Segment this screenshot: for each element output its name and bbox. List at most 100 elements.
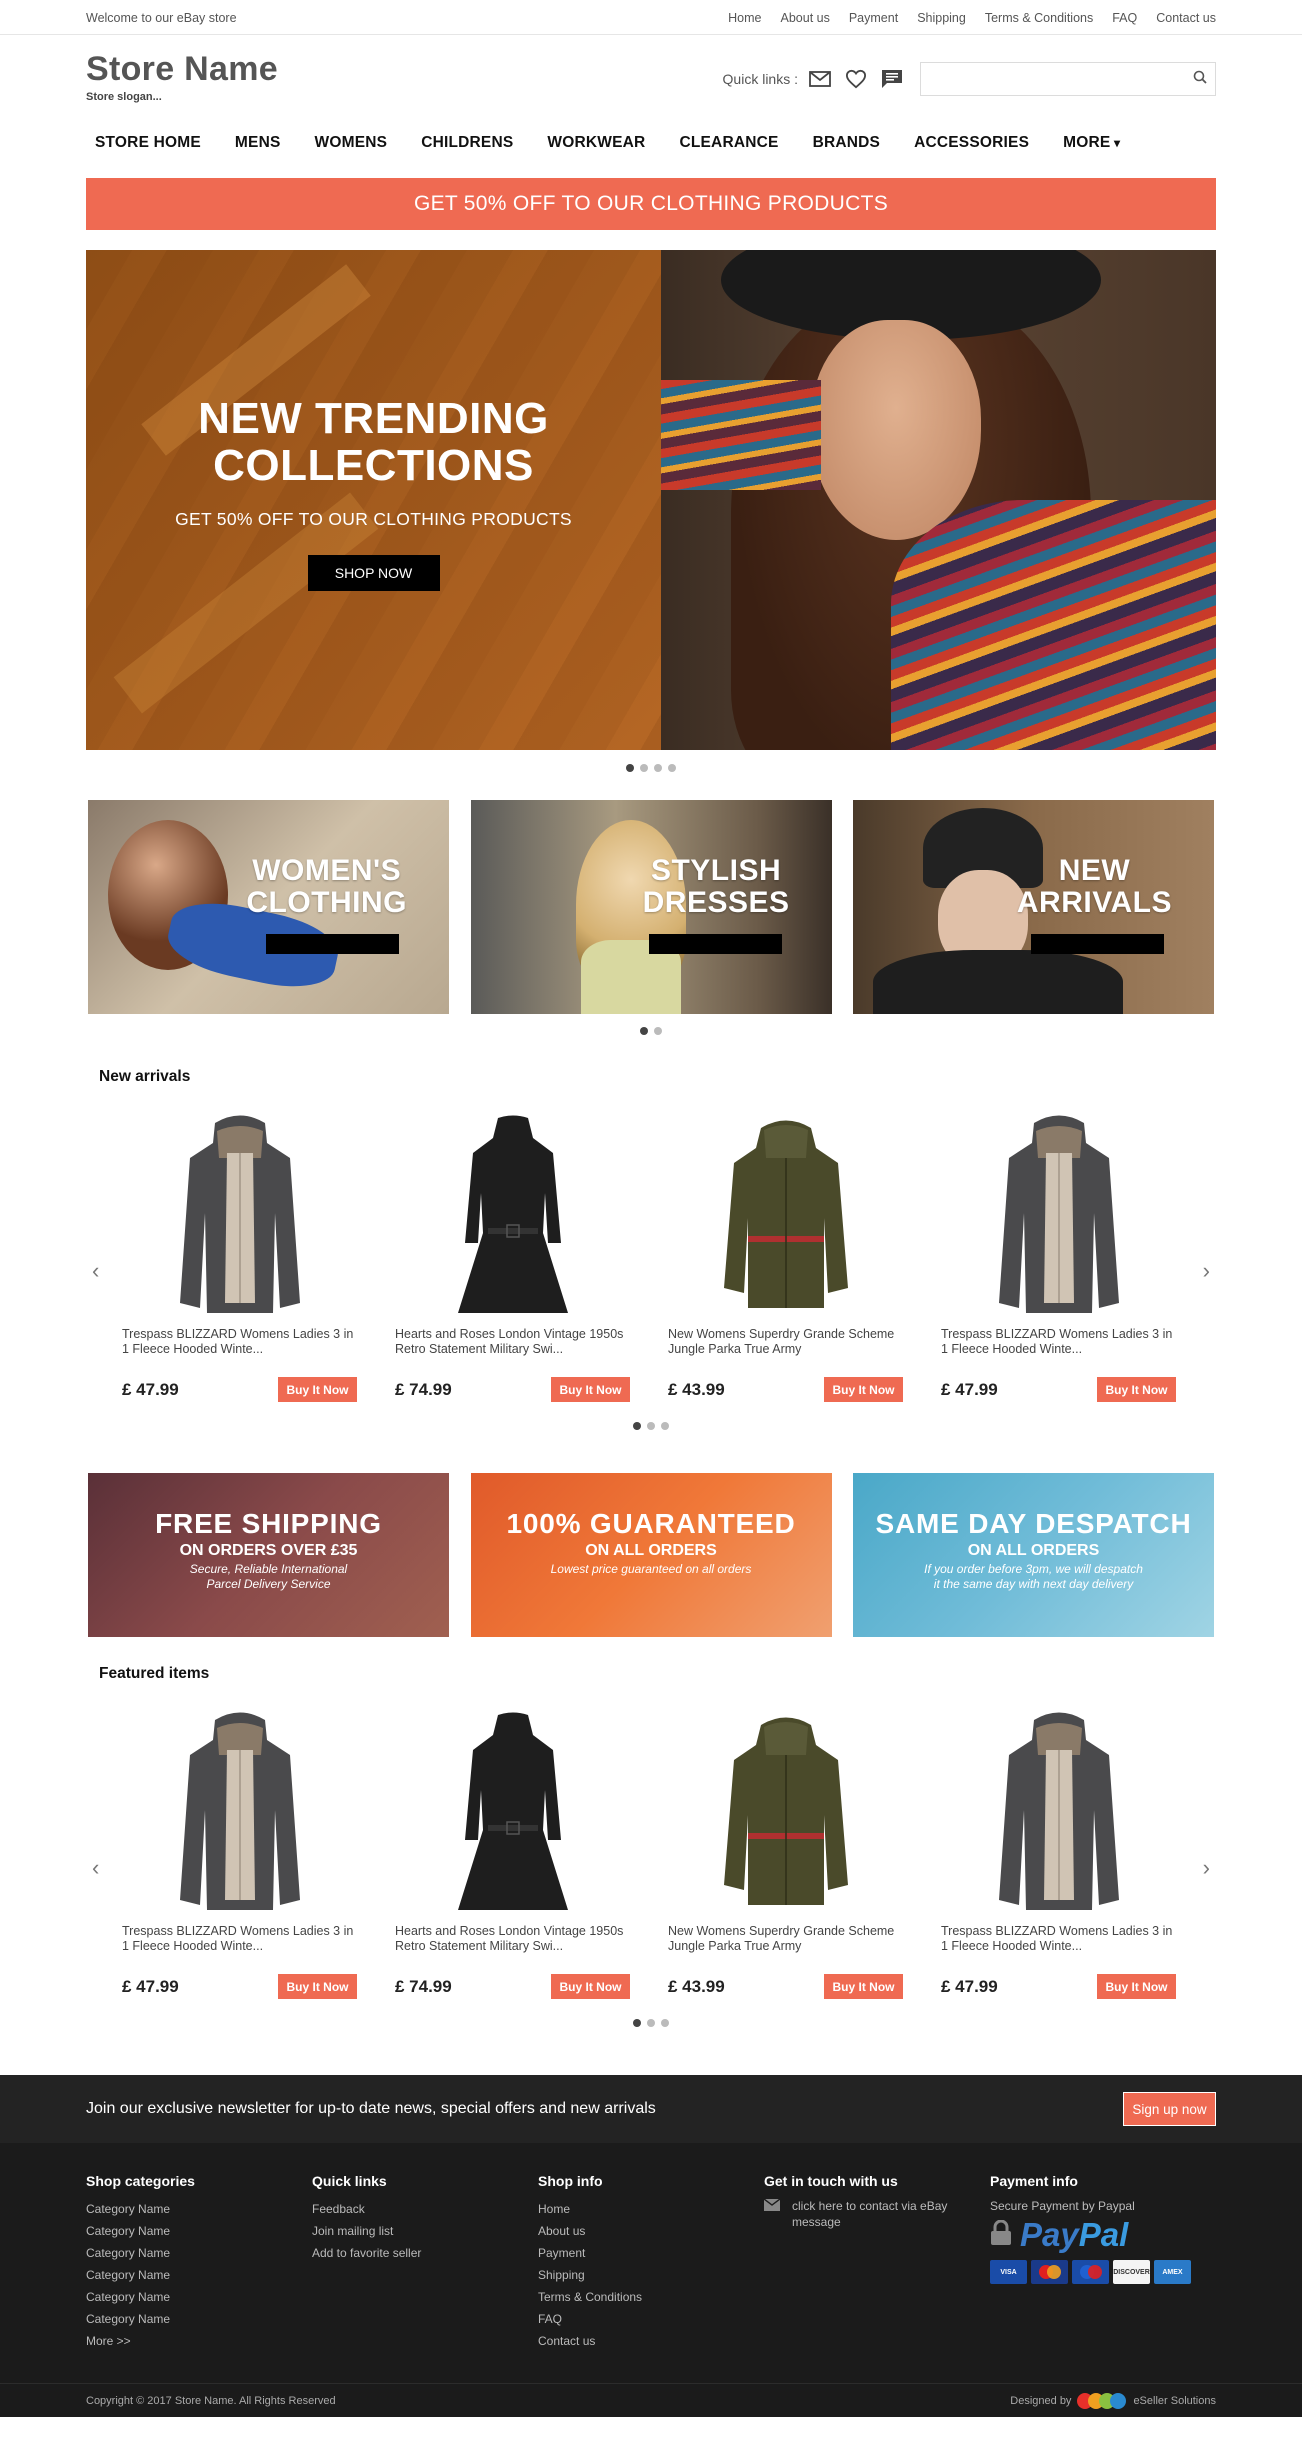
top-link-contact[interactable]: Contact us [1156, 11, 1216, 25]
top-link-home[interactable]: Home [728, 11, 761, 25]
buy-it-now-button[interactable]: Buy It Now [1097, 1974, 1176, 1999]
mail-icon[interactable] [808, 67, 832, 91]
footer-favorite-seller-link[interactable]: Add to favorite seller [312, 2242, 538, 2264]
product-name[interactable]: Trespass BLIZZARD Womens Ladies 3 in 1 F… [122, 1327, 362, 1359]
category-button-bar[interactable] [648, 934, 782, 954]
product-name[interactable]: New Womens Superdry Grande Scheme Jungle… [668, 1327, 908, 1359]
search-icon[interactable] [1193, 70, 1207, 89]
store-name[interactable]: Store Name [86, 51, 278, 87]
product-card[interactable]: Trespass BLIZZARD Womens Ladies 3 in 1 F… [941, 1705, 1214, 1999]
promo-banner[interactable]: GET 50% OFF TO OUR CLOTHING PRODUCTS [86, 178, 1216, 230]
product-card[interactable]: Trespass BLIZZARD Womens Ladies 3 in 1 F… [941, 1108, 1214, 1402]
footer-contact-link[interactable]: Contact us [538, 2330, 764, 2352]
footer-more-link[interactable]: More >> [86, 2330, 312, 2352]
featured-dot-1[interactable] [633, 2019, 641, 2027]
product-card[interactable]: New Womens Superdry Grande Scheme Jungle… [668, 1108, 941, 1402]
footer-shipping-link[interactable]: Shipping [538, 2264, 764, 2286]
chevron-right-icon[interactable]: › [1203, 1258, 1210, 1284]
footer-category-link[interactable]: Category Name [86, 2286, 312, 2308]
product-image-jacket-grey[interactable] [122, 1705, 357, 1915]
footer-mailing-list-link[interactable]: Join mailing list [312, 2220, 538, 2242]
nav-mens[interactable]: MENS [235, 134, 281, 152]
shop-now-button[interactable]: SHOP NOW [307, 555, 440, 591]
product-image-jacket-grey[interactable] [941, 1108, 1176, 1318]
chat-icon[interactable] [880, 67, 904, 91]
product-name[interactable]: Trespass BLIZZARD Womens Ladies 3 in 1 F… [122, 1924, 362, 1956]
product-image-parka-green[interactable] [668, 1108, 903, 1318]
footer-category-link[interactable]: Category Name [86, 2242, 312, 2264]
buy-it-now-button[interactable]: Buy It Now [824, 1974, 903, 1999]
products-dot-1[interactable] [633, 1422, 641, 1430]
footer-category-link[interactable]: Category Name [86, 2264, 312, 2286]
heart-icon[interactable] [844, 67, 868, 91]
contact-link[interactable]: click here to contact via eBay message [763, 2198, 990, 2230]
category-button-bar[interactable] [1031, 934, 1164, 954]
top-link-about[interactable]: About us [781, 11, 830, 25]
buy-it-now-button[interactable]: Buy It Now [278, 1974, 357, 1999]
featured-dot-3[interactable] [661, 2019, 669, 2027]
hero-slider[interactable]: NEW TRENDING COLLECTIONS GET 50% OFF TO … [86, 250, 1216, 750]
designer-company[interactable]: eSeller Solutions [1133, 2395, 1216, 2407]
product-image-coat-black[interactable] [395, 1108, 630, 1318]
sign-up-button[interactable]: Sign up now [1123, 2092, 1216, 2126]
category-button-bar[interactable] [266, 934, 399, 954]
category-tile-new-arrivals[interactable]: NEW ARRIVALS [853, 800, 1214, 1014]
chevron-right-icon[interactable]: › [1203, 1855, 1210, 1881]
category-tile-womens-clothing[interactable]: WOMEN'S CLOTHING [88, 800, 449, 1014]
product-image-parka-green[interactable] [668, 1705, 903, 1915]
products-dot-3[interactable] [661, 1422, 669, 1430]
product-image-coat-black[interactable] [395, 1705, 630, 1915]
product-card[interactable]: Trespass BLIZZARD Womens Ladies 3 in 1 F… [122, 1108, 395, 1402]
footer-about-link[interactable]: About us [538, 2220, 764, 2242]
nav-accessories[interactable]: ACCESSORIES [914, 134, 1029, 152]
product-name[interactable]: Hearts and Roses London Vintage 1950s Re… [395, 1327, 635, 1359]
nav-clearance[interactable]: CLEARANCE [679, 134, 778, 152]
buy-it-now-button[interactable]: Buy It Now [551, 1377, 630, 1402]
product-card[interactable]: Hearts and Roses London Vintage 1950s Re… [395, 1705, 668, 1999]
product-card[interactable]: Trespass BLIZZARD Womens Ladies 3 in 1 F… [122, 1705, 395, 1999]
top-link-faq[interactable]: FAQ [1112, 11, 1137, 25]
buy-it-now-button[interactable]: Buy It Now [1097, 1377, 1176, 1402]
category-dot-2[interactable] [654, 1027, 662, 1035]
product-name[interactable]: Hearts and Roses London Vintage 1950s Re… [395, 1924, 635, 1956]
brand[interactable]: Store Name Store slogan... [86, 35, 278, 103]
footer-terms-link[interactable]: Terms & Conditions [538, 2286, 764, 2308]
hero-dot-3[interactable] [654, 764, 662, 772]
product-image-jacket-grey[interactable] [122, 1108, 357, 1318]
contact-text[interactable]: click here to contact via eBay message [792, 2198, 952, 2230]
footer-faq-link[interactable]: FAQ [538, 2308, 764, 2330]
product-card[interactable]: New Womens Superdry Grande Scheme Jungle… [668, 1705, 941, 1999]
product-name[interactable]: New Womens Superdry Grande Scheme Jungle… [668, 1924, 908, 1956]
product-image-jacket-grey[interactable] [941, 1705, 1176, 1915]
search-input[interactable] [920, 62, 1216, 96]
nav-workwear[interactable]: WORKWEAR [547, 134, 645, 152]
hero-dot-2[interactable] [640, 764, 648, 772]
product-name[interactable]: Trespass BLIZZARD Womens Ladies 3 in 1 F… [941, 1327, 1181, 1359]
top-link-payment[interactable]: Payment [849, 11, 898, 25]
nav-childrens[interactable]: CHILDRENS [421, 134, 513, 152]
hero-dot-4[interactable] [668, 764, 676, 772]
footer-category-link[interactable]: Category Name [86, 2198, 312, 2220]
product-card[interactable]: Hearts and Roses London Vintage 1950s Re… [395, 1108, 668, 1402]
footer-category-link[interactable]: Category Name [86, 2220, 312, 2242]
footer-home-link[interactable]: Home [538, 2198, 764, 2220]
top-link-terms[interactable]: Terms & Conditions [985, 11, 1093, 25]
featured-dot-2[interactable] [647, 2019, 655, 2027]
chevron-left-icon[interactable]: ‹ [92, 1855, 99, 1881]
designed-by[interactable]: Designed by eSeller Solutions [1010, 2393, 1216, 2409]
category-tile-stylish-dresses[interactable]: STYLISH DRESSES [470, 800, 832, 1014]
footer-feedback-link[interactable]: Feedback [312, 2198, 538, 2220]
nav-more-dropdown[interactable]: MORE [1063, 134, 1120, 152]
footer-category-link[interactable]: Category Name [86, 2308, 312, 2330]
nav-brands[interactable]: BRANDS [813, 134, 881, 152]
nav-womens[interactable]: WOMENS [315, 134, 388, 152]
buy-it-now-button[interactable]: Buy It Now [278, 1377, 357, 1402]
buy-it-now-button[interactable]: Buy It Now [824, 1377, 903, 1402]
product-name[interactable]: Trespass BLIZZARD Womens Ladies 3 in 1 F… [941, 1924, 1181, 1956]
hero-dot-1[interactable] [626, 764, 634, 772]
products-dot-2[interactable] [647, 1422, 655, 1430]
buy-it-now-button[interactable]: Buy It Now [551, 1974, 630, 1999]
category-dot-1[interactable] [640, 1027, 648, 1035]
top-link-shipping[interactable]: Shipping [917, 11, 966, 25]
nav-store-home[interactable]: STORE HOME [95, 134, 201, 152]
